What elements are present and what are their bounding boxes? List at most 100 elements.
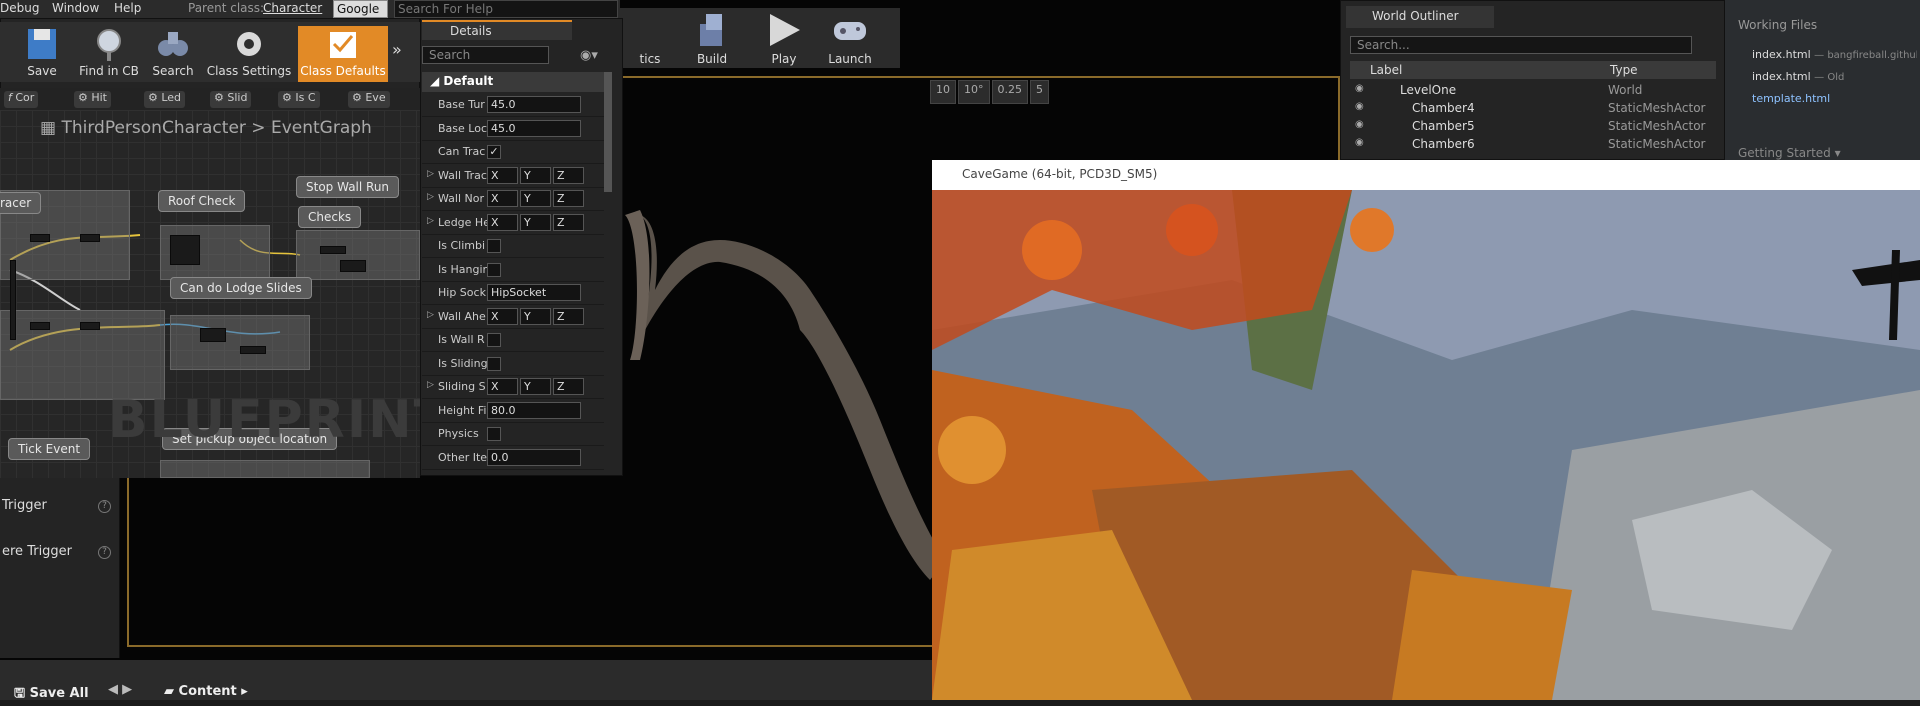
property-checkbox[interactable] bbox=[487, 333, 501, 347]
details-search-input[interactable]: Search bbox=[422, 46, 549, 64]
eye-icon[interactable]: ◉ bbox=[1355, 119, 1364, 130]
play-button[interactable]: Play bbox=[754, 8, 814, 68]
graph-node[interactable] bbox=[30, 322, 50, 330]
launch-button[interactable]: Launch bbox=[820, 8, 880, 68]
menu-window[interactable]: Window bbox=[52, 1, 99, 15]
z-field[interactable]: Z bbox=[553, 190, 584, 207]
y-field[interactable]: Y bbox=[520, 213, 551, 231]
z-field[interactable]: Z bbox=[553, 213, 584, 231]
x-field[interactable]: X bbox=[487, 213, 518, 231]
z-field[interactable]: Z bbox=[553, 378, 584, 395]
z-field[interactable]: Z bbox=[553, 307, 584, 325]
graph-node[interactable] bbox=[80, 322, 100, 330]
history-nav-icon[interactable]: ◀ ▶ bbox=[108, 682, 132, 697]
expand-arrow-icon[interactable]: ▷ bbox=[427, 192, 434, 202]
comment-title[interactable]: Tick Event bbox=[8, 438, 91, 460]
help-icon[interactable]: ? bbox=[98, 500, 111, 513]
x-field[interactable]: X bbox=[487, 190, 518, 207]
find-in-cb-button[interactable]: Find in CB bbox=[76, 26, 142, 82]
breadcrumb-graph[interactable]: EventGraph bbox=[271, 118, 372, 138]
graph-node[interactable] bbox=[80, 234, 100, 242]
trigger-item[interactable]: Trigger bbox=[2, 498, 47, 513]
property-value-input[interactable]: 45.0 bbox=[487, 96, 581, 113]
function-tab[interactable]: ⚙ Is C bbox=[278, 91, 320, 108]
property-value-input[interactable]: 45.0 bbox=[487, 119, 581, 137]
eye-icon[interactable]: ◉ bbox=[1355, 137, 1364, 148]
working-file[interactable]: index.html — bangfireball.github. bbox=[1752, 48, 1917, 61]
save-button[interactable]: Save bbox=[16, 26, 68, 82]
grid-snap-value[interactable]: 10 bbox=[930, 80, 956, 104]
comment-box[interactable] bbox=[160, 460, 370, 478]
outliner-row[interactable]: ◉ Chamber4 StaticMeshActor bbox=[1350, 101, 1710, 119]
content-folder-button[interactable]: ▰ Content ▸ bbox=[164, 684, 248, 699]
breadcrumb-blueprint[interactable]: ThirdPersonCharacter bbox=[61, 118, 245, 138]
help-icon[interactable]: ? bbox=[98, 546, 111, 559]
graph-node[interactable] bbox=[170, 235, 200, 265]
graph-node[interactable] bbox=[320, 246, 346, 254]
y-field[interactable]: Y bbox=[520, 378, 551, 395]
comment-box[interactable] bbox=[296, 230, 420, 280]
rotation-snap-value[interactable]: 10° bbox=[958, 80, 990, 104]
y-field[interactable]: Y bbox=[520, 166, 551, 184]
class-settings-button[interactable]: Class Settings bbox=[206, 26, 292, 82]
toolbar-overflow-icon[interactable]: » bbox=[392, 40, 402, 59]
outliner-row[interactable]: ◉ Chamber6 StaticMeshActor bbox=[1350, 137, 1710, 155]
property-value-input[interactable]: HipSocket bbox=[487, 284, 581, 301]
graph-node[interactable] bbox=[240, 346, 266, 354]
trigger-item[interactable]: ere Trigger bbox=[2, 544, 72, 559]
function-tab[interactable]: ⚙ Hit bbox=[74, 91, 111, 108]
function-tab[interactable]: ⚙ Eve bbox=[348, 91, 390, 108]
statistics-button[interactable]: tics bbox=[620, 8, 680, 68]
property-checkbox[interactable] bbox=[487, 262, 501, 277]
expand-arrow-icon[interactable]: ▷ bbox=[427, 310, 434, 320]
game-viewport[interactable] bbox=[932, 190, 1920, 700]
class-defaults-button[interactable]: Class Defaults bbox=[298, 26, 388, 82]
property-value-input[interactable]: 80.0 bbox=[487, 401, 581, 419]
graph-node[interactable] bbox=[340, 260, 366, 272]
comment-title[interactable]: Can do Lodge Slides bbox=[170, 277, 312, 299]
parent-class-link[interactable]: Character bbox=[263, 1, 322, 15]
scale-snap-value[interactable]: 0.25 bbox=[991, 80, 1028, 104]
x-field[interactable]: X bbox=[487, 307, 518, 325]
column-type[interactable]: Type bbox=[1610, 63, 1638, 77]
default-category-header[interactable]: ◢ Default bbox=[422, 72, 604, 92]
working-file[interactable]: template.html bbox=[1752, 92, 1917, 105]
comment-title[interactable]: racer bbox=[0, 192, 42, 214]
graph-node[interactable] bbox=[30, 234, 50, 242]
search-provider-dropdown[interactable]: Google ▾ bbox=[333, 0, 388, 30]
comment-title[interactable]: Stop Wall Run bbox=[296, 176, 400, 198]
eye-icon[interactable]: ◉ bbox=[1355, 83, 1364, 94]
tab-details[interactable]: Details bbox=[422, 20, 572, 40]
function-tab[interactable]: ⚙ Led bbox=[144, 91, 186, 108]
property-checkbox[interactable] bbox=[487, 427, 501, 441]
property-value-input[interactable]: 0.0 bbox=[487, 448, 581, 466]
outliner-row[interactable]: ◉ Chamber5 StaticMeshActor bbox=[1350, 119, 1710, 137]
outliner-row[interactable]: ◉ LevelOne World bbox=[1350, 83, 1710, 101]
build-button[interactable]: Build bbox=[682, 8, 742, 68]
menu-help[interactable]: Help bbox=[114, 1, 141, 15]
expand-arrow-icon[interactable]: ▷ bbox=[427, 169, 434, 179]
menu-debug[interactable]: Debug bbox=[0, 1, 39, 15]
comment-box[interactable] bbox=[170, 315, 310, 370]
property-checkbox[interactable] bbox=[487, 356, 501, 371]
camera-speed-value[interactable]: 5 bbox=[1030, 80, 1049, 104]
x-field[interactable]: X bbox=[487, 378, 518, 395]
function-tab[interactable]: ⚙ Slid bbox=[210, 91, 252, 108]
getting-started-folder[interactable]: Getting Started ▾ bbox=[1738, 146, 1841, 160]
comment-title[interactable]: Roof Check bbox=[158, 190, 246, 212]
y-field[interactable]: Y bbox=[520, 307, 551, 325]
visibility-icon[interactable]: ◉▾ bbox=[580, 48, 598, 63]
search-button[interactable]: Search bbox=[146, 26, 200, 82]
property-checkbox[interactable] bbox=[487, 239, 501, 253]
expand-arrow-icon[interactable]: ▷ bbox=[427, 380, 434, 390]
graph-node[interactable] bbox=[10, 260, 16, 340]
save-all-button[interactable]: 🖫 Save All bbox=[14, 684, 89, 706]
property-checkbox[interactable]: ✓ bbox=[487, 145, 501, 159]
outliner-search-input[interactable]: Search... bbox=[1350, 36, 1692, 54]
column-label[interactable]: Label bbox=[1370, 63, 1402, 77]
x-field[interactable]: X bbox=[487, 166, 518, 184]
tab-world-outliner[interactable]: World Outliner bbox=[1346, 6, 1494, 28]
expand-arrow-icon[interactable]: ▷ bbox=[427, 216, 434, 226]
working-file[interactable]: index.html — Old bbox=[1752, 70, 1917, 83]
y-field[interactable]: Y bbox=[520, 190, 551, 207]
